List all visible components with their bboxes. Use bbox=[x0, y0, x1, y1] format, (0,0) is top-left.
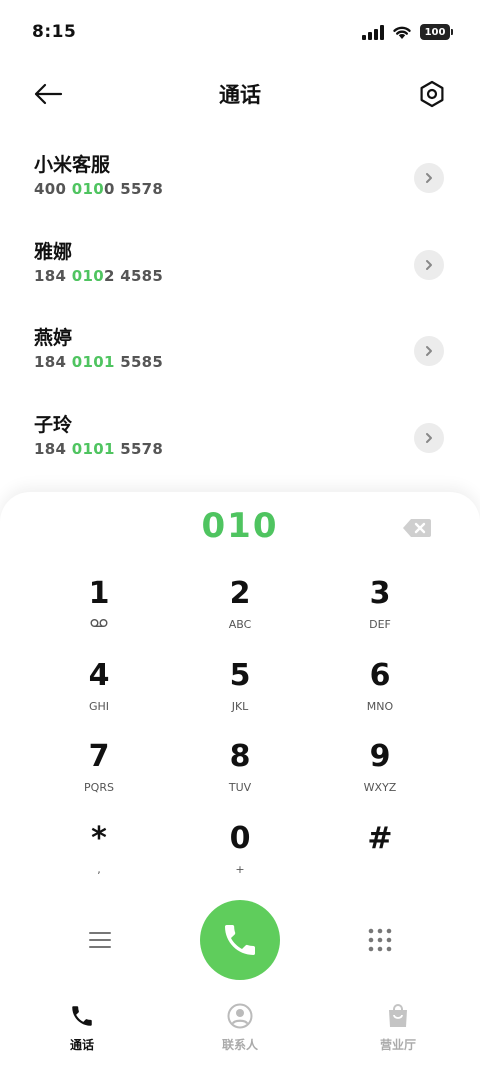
contact-number: 184 0101 5578 bbox=[34, 439, 164, 458]
battery-icon: 100 bbox=[420, 24, 453, 40]
backspace-icon bbox=[403, 519, 431, 537]
key-star[interactable]: * , bbox=[39, 821, 159, 897]
phone-icon bbox=[22, 1002, 142, 1030]
chevron-right-icon bbox=[426, 432, 432, 443]
key-1[interactable]: 1 bbox=[39, 576, 159, 652]
hexagon-settings-icon bbox=[420, 80, 444, 108]
key-7[interactable]: 7 PQRS bbox=[39, 739, 159, 815]
key-row: 4 GHI 5 JKL 6 MNO bbox=[0, 658, 480, 740]
person-icon bbox=[180, 1002, 300, 1030]
key-2[interactable]: 2 ABC bbox=[180, 576, 300, 652]
action-row bbox=[0, 900, 480, 980]
tab-store[interactable]: 营业厅 bbox=[338, 1002, 458, 1062]
key-4[interactable]: 4 GHI bbox=[39, 658, 159, 734]
key-9[interactable]: 9 WXYZ bbox=[320, 739, 440, 815]
contact-list: 小米客服 400 0100 5578 雅娜 184 0102 4585 燕婷 1… bbox=[0, 134, 480, 480]
key-row: 7 PQRS 8 TUV 9 WXYZ bbox=[0, 739, 480, 821]
contact-detail-button[interactable] bbox=[414, 249, 444, 280]
call-button[interactable] bbox=[200, 900, 280, 980]
grid-dots-icon bbox=[368, 928, 392, 952]
signal-icon bbox=[362, 24, 384, 40]
contact-name: 雅娜 bbox=[34, 240, 73, 263]
tab-calls[interactable]: 通话 bbox=[22, 1002, 142, 1062]
contact-row[interactable]: 小米客服 400 0100 5578 bbox=[0, 134, 480, 221]
contact-detail-button[interactable] bbox=[414, 422, 444, 453]
tab-store-label: 营业厅 bbox=[379, 1038, 416, 1052]
backspace-button[interactable] bbox=[402, 518, 432, 538]
chevron-right-icon bbox=[426, 346, 432, 356]
contact-number: 184 0102 4585 bbox=[34, 266, 164, 285]
chevron-right-icon bbox=[426, 259, 432, 270]
wifi-icon bbox=[393, 26, 411, 39]
key-hash[interactable]: # bbox=[320, 821, 440, 897]
contact-row[interactable]: 子玲 184 0101 5578 bbox=[0, 394, 480, 481]
contact-detail-button[interactable] bbox=[414, 163, 444, 193]
dialpad-sheet: 010 1 2 ABC 3 DEF 4 GHI 5 JKL 6 MNO 7 PQ… bbox=[0, 492, 480, 1067]
header: 通话 bbox=[0, 66, 480, 122]
contact-number: 400 0100 5578 bbox=[34, 180, 164, 198]
keypad: 1 2 ABC 3 DEF 4 GHI 5 JKL 6 MNO 7 PQRS 8… bbox=[0, 576, 480, 902]
contact-name: 小米客服 bbox=[34, 154, 111, 176]
key-8[interactable]: 8 TUV bbox=[180, 739, 300, 815]
key-row: 1 2 ABC 3 DEF bbox=[0, 576, 480, 658]
status-icons: 100 bbox=[362, 24, 453, 40]
page-title: 通话 bbox=[219, 83, 261, 107]
key-6[interactable]: 6 MNO bbox=[320, 658, 440, 734]
shopping-bag-icon bbox=[338, 1002, 458, 1030]
menu-button[interactable] bbox=[82, 922, 118, 958]
contact-row[interactable]: 雅娜 184 0102 4585 bbox=[0, 221, 480, 308]
contact-number: 184 0101 5585 bbox=[34, 353, 164, 371]
key-row: * , 0 + # bbox=[0, 821, 480, 903]
dialpad-toggle-button[interactable] bbox=[362, 922, 398, 958]
phone-icon bbox=[225, 925, 255, 955]
contact-detail-button[interactable] bbox=[414, 336, 444, 366]
chevron-right-icon bbox=[426, 173, 432, 183]
bottom-nav: 通话 联系人 营业厅 bbox=[0, 990, 480, 1067]
tab-contacts-label: 联系人 bbox=[221, 1038, 258, 1052]
key-0[interactable]: 0 + bbox=[180, 821, 300, 897]
voicemail-icon bbox=[39, 618, 159, 632]
tab-calls-label: 通话 bbox=[69, 1038, 94, 1052]
contact-name: 燕婷 bbox=[34, 327, 73, 349]
key-3[interactable]: 3 DEF bbox=[320, 576, 440, 652]
status-bar: 8:15 100 bbox=[0, 0, 480, 66]
status-time: 8:15 bbox=[32, 22, 77, 42]
contact-row[interactable]: 燕婷 184 0101 5585 bbox=[0, 307, 480, 394]
menu-icon bbox=[89, 932, 111, 948]
settings-button[interactable] bbox=[414, 76, 450, 112]
tab-contacts[interactable]: 联系人 bbox=[180, 1002, 300, 1062]
contact-name: 子玲 bbox=[34, 413, 73, 436]
key-5[interactable]: 5 JKL bbox=[180, 658, 300, 734]
